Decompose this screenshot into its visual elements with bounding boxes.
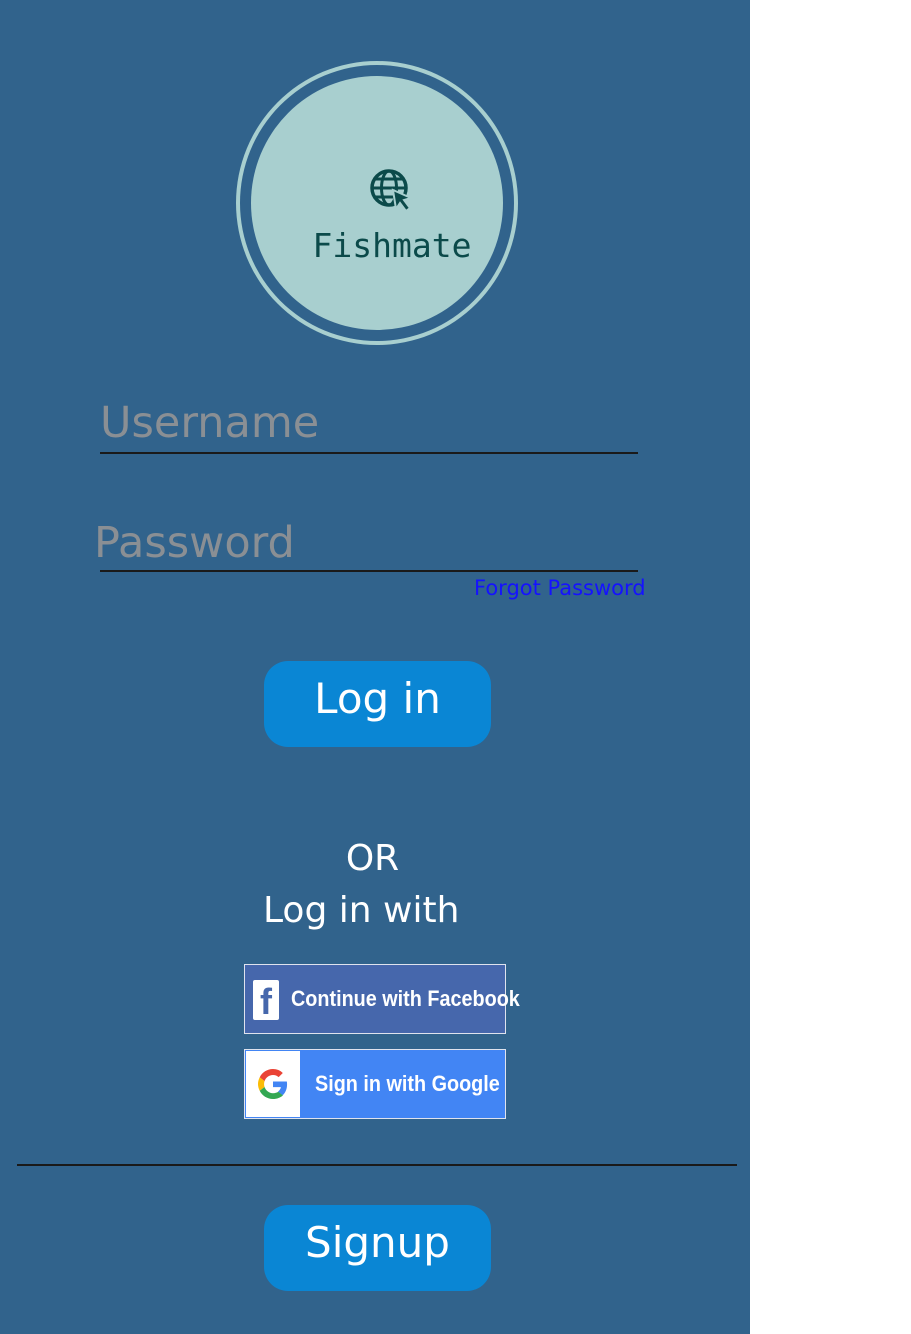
login-panel: Fishmate Forgot Password Log in OR Log i… <box>0 0 750 1334</box>
forgot-password-link[interactable]: Forgot Password <box>474 576 646 600</box>
password-input[interactable] <box>94 518 632 568</box>
login-button[interactable]: Log in <box>264 661 491 747</box>
logo-badge: Fishmate <box>251 76 503 330</box>
globe-cursor-icon <box>370 169 414 213</box>
blank-margin <box>750 0 911 1334</box>
signup-button[interactable]: Signup <box>264 1205 491 1291</box>
password-field <box>94 518 638 572</box>
google-button-label: Sign in with Google <box>315 1071 500 1096</box>
signup-button-label: Signup <box>305 1217 450 1267</box>
facebook-login-button[interactable]: f Continue with Facebook <box>244 964 520 1034</box>
username-input[interactable] <box>100 398 638 448</box>
google-icon <box>246 1051 300 1117</box>
facebook-icon: f <box>253 980 279 1022</box>
username-field <box>100 398 638 454</box>
logo-ring: Fishmate <box>240 65 514 341</box>
app-name: Fishmate <box>312 226 472 265</box>
login-with-heading: Log in with <box>263 890 460 931</box>
app-logo: Fishmate <box>236 61 518 345</box>
or-separator-text: OR <box>345 838 400 879</box>
login-button-label: Log in <box>314 673 441 723</box>
google-login-button[interactable]: Sign in with Google <box>244 1049 506 1119</box>
section-divider <box>17 1164 737 1166</box>
facebook-button-label: Continue with Facebook <box>291 986 520 1011</box>
